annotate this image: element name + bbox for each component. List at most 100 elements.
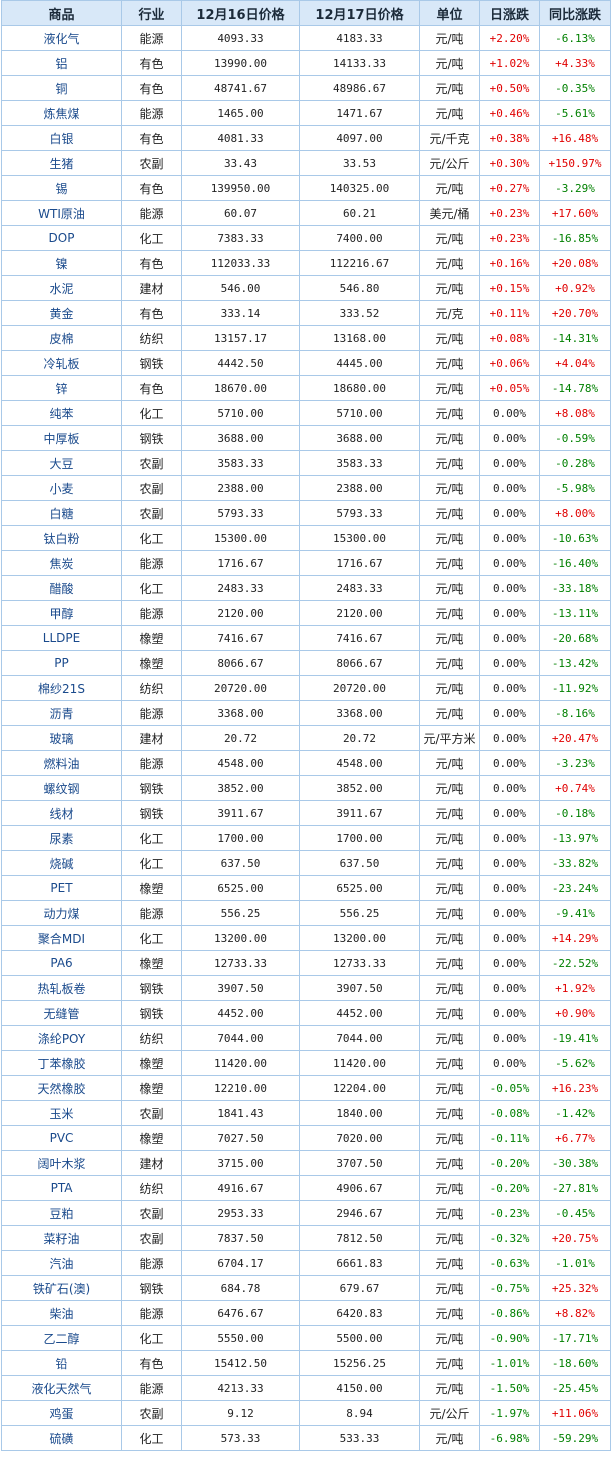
commodity-name[interactable]: WTI原油 — [1, 200, 122, 226]
header-price-dec16[interactable]: 12月16日价格 — [181, 0, 300, 26]
commodity-name[interactable]: LLDPE — [1, 625, 122, 651]
commodity-name[interactable]: 液化气 — [1, 25, 122, 51]
commodity-name[interactable]: 焦炭 — [1, 550, 122, 576]
commodity-name[interactable]: PA6 — [1, 950, 122, 976]
commodity-name[interactable]: 天然橡胶 — [1, 1075, 122, 1101]
commodity-name[interactable]: 动力煤 — [1, 900, 122, 926]
commodity-name[interactable]: 丁苯橡胶 — [1, 1050, 122, 1076]
price-dec16: 15412.50 — [181, 1350, 300, 1376]
industry: 钢铁 — [121, 800, 182, 826]
yoy-change: -33.18% — [539, 575, 611, 601]
commodity-name[interactable]: 白糖 — [1, 500, 122, 526]
commodity-name[interactable]: 黄金 — [1, 300, 122, 326]
commodity-name[interactable]: 铅 — [1, 1350, 122, 1376]
yoy-change: -8.16% — [539, 700, 611, 726]
daily-change: 0.00% — [479, 1000, 540, 1026]
daily-change: 0.00% — [479, 650, 540, 676]
price-dec17: 556.25 — [299, 900, 420, 926]
industry: 建材 — [121, 725, 182, 751]
price-dec16: 684.78 — [181, 1275, 300, 1301]
unit: 元/吨 — [419, 625, 480, 651]
commodity-name[interactable]: 小麦 — [1, 475, 122, 501]
commodity-name[interactable]: 醋酸 — [1, 575, 122, 601]
commodity-name[interactable]: 水泥 — [1, 275, 122, 301]
daily-change: +0.23% — [479, 200, 540, 226]
commodity-name[interactable]: 玻璃 — [1, 725, 122, 751]
commodity-name[interactable]: 冷轧板 — [1, 350, 122, 376]
commodity-name[interactable]: PVC — [1, 1125, 122, 1151]
commodity-name[interactable]: 涤纶POY — [1, 1025, 122, 1051]
commodity-name[interactable]: 大豆 — [1, 450, 122, 476]
commodity-name[interactable]: 豆粕 — [1, 1200, 122, 1226]
price-dec16: 1700.00 — [181, 825, 300, 851]
commodity-name[interactable]: DOP — [1, 225, 122, 251]
commodity-name[interactable]: 锌 — [1, 375, 122, 401]
unit: 元/吨 — [419, 400, 480, 426]
commodity-name[interactable]: 螺纹钢 — [1, 775, 122, 801]
table-row: 玉米 农副 1841.43 1840.00 元/吨 -0.08% -1.42% — [1, 1100, 611, 1126]
commodity-name[interactable]: PET — [1, 875, 122, 901]
commodity-name[interactable]: 汽油 — [1, 1250, 122, 1276]
price-dec17: 112216.67 — [299, 250, 420, 276]
commodity-name[interactable]: 硫磺 — [1, 1425, 122, 1451]
commodity-name[interactable]: 线材 — [1, 800, 122, 826]
header-commodity[interactable]: 商品 — [1, 0, 122, 26]
commodity-name[interactable]: 钛白粉 — [1, 525, 122, 551]
header-unit[interactable]: 单位 — [419, 0, 480, 26]
unit: 元/吨 — [419, 325, 480, 351]
commodity-name[interactable]: 菜籽油 — [1, 1225, 122, 1251]
commodity-name[interactable]: PTA — [1, 1175, 122, 1201]
commodity-name[interactable]: 乙二醇 — [1, 1325, 122, 1351]
daily-change: 0.00% — [479, 575, 540, 601]
commodity-name[interactable]: PP — [1, 650, 122, 676]
commodity-name[interactable]: 玉米 — [1, 1100, 122, 1126]
yoy-change: -16.40% — [539, 550, 611, 576]
commodity-name[interactable]: 铜 — [1, 75, 122, 101]
commodity-name[interactable]: 甲醇 — [1, 600, 122, 626]
commodity-name[interactable]: 燃料油 — [1, 750, 122, 776]
unit: 元/吨 — [419, 1275, 480, 1301]
unit: 元/吨 — [419, 1025, 480, 1051]
commodity-name[interactable]: 棉纱21S — [1, 675, 122, 701]
commodity-name[interactable]: 热轧板卷 — [1, 975, 122, 1001]
commodity-name[interactable]: 炼焦煤 — [1, 100, 122, 126]
industry: 化工 — [121, 525, 182, 551]
commodity-name[interactable]: 沥青 — [1, 700, 122, 726]
commodity-name[interactable]: 铁矿石(澳) — [1, 1275, 122, 1301]
commodity-name[interactable]: 柴油 — [1, 1300, 122, 1326]
header-daily-change[interactable]: 日涨跌 — [479, 0, 540, 26]
commodity-name[interactable]: 铝 — [1, 50, 122, 76]
yoy-change: +150.97% — [539, 150, 611, 176]
table-row: 乙二醇 化工 5550.00 5500.00 元/吨 -0.90% -17.71% — [1, 1325, 611, 1351]
commodity-name[interactable]: 尿素 — [1, 825, 122, 851]
daily-change: +0.06% — [479, 350, 540, 376]
commodity-name[interactable]: 烧碱 — [1, 850, 122, 876]
commodity-name[interactable]: 液化天然气 — [1, 1375, 122, 1401]
header-industry[interactable]: 行业 — [121, 0, 182, 26]
commodity-price-table: 商品 行业 12月16日价格 12月17日价格 单位 日涨跌 同比涨跌 液化气能… — [1, 0, 611, 1451]
header-yoy-change[interactable]: 同比涨跌 — [539, 0, 611, 26]
price-dec16: 11420.00 — [181, 1050, 300, 1076]
header-price-dec17[interactable]: 12月17日价格 — [299, 0, 420, 26]
commodity-name[interactable]: 阔叶木浆 — [1, 1150, 122, 1176]
table-row: 甲醇 能源 2120.00 2120.00 元/吨 0.00% -13.11% — [1, 600, 611, 626]
daily-change: +0.08% — [479, 325, 540, 351]
commodity-name[interactable]: 聚合MDI — [1, 925, 122, 951]
commodity-name[interactable]: 镍 — [1, 250, 122, 276]
commodity-name[interactable]: 鸡蛋 — [1, 1400, 122, 1426]
commodity-name[interactable]: 锡 — [1, 175, 122, 201]
daily-change: 0.00% — [479, 950, 540, 976]
price-dec16: 3715.00 — [181, 1150, 300, 1176]
commodity-name[interactable]: 无缝管 — [1, 1000, 122, 1026]
table-row: 中厚板 钢铁 3688.00 3688.00 元/吨 0.00% -0.59% — [1, 425, 611, 451]
commodity-name[interactable]: 皮棉 — [1, 325, 122, 351]
commodity-name[interactable]: 中厚板 — [1, 425, 122, 451]
yoy-change: +8.08% — [539, 400, 611, 426]
commodity-name[interactable]: 纯苯 — [1, 400, 122, 426]
unit: 元/平方米 — [419, 725, 480, 751]
price-dec16: 12210.00 — [181, 1075, 300, 1101]
commodity-name[interactable]: 生猪 — [1, 150, 122, 176]
price-dec16: 4213.33 — [181, 1375, 300, 1401]
commodity-name[interactable]: 白银 — [1, 125, 122, 151]
unit: 元/吨 — [419, 975, 480, 1001]
